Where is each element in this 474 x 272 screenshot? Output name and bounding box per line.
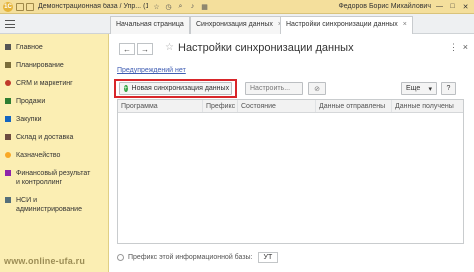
more-label: Еще (406, 85, 421, 92)
sidebar-item-admin[interactable]: НСИ и администрирование (0, 196, 108, 218)
sidebar-item-treasury[interactable]: Казначейство (0, 151, 108, 169)
more-button[interactable]: Еще ▾ (401, 82, 437, 95)
crm-icon (5, 80, 11, 86)
calc-icon[interactable]: ▦ (200, 2, 209, 11)
minimize-button[interactable]: — (435, 3, 444, 11)
tab-label: Начальная страница (116, 21, 184, 28)
back-button[interactable]: ← (119, 43, 135, 55)
treasury-icon (5, 152, 11, 158)
maximize-button[interactable]: □ (448, 3, 457, 11)
finance-icon (5, 170, 11, 176)
info-icon (117, 254, 124, 261)
tab-home[interactable]: Начальная страница (110, 16, 190, 34)
configure-button[interactable]: Настроить... (245, 82, 303, 95)
new-sync-button[interactable]: + Новая синхронизация данных (119, 82, 232, 95)
sales-icon (5, 98, 11, 104)
sidebar: Главное Планирование CRM и маркетинг Про… (0, 34, 109, 272)
more-icon[interactable]: ⋮ (449, 42, 458, 53)
sync-table[interactable]: Программа Префикс Состояние Данные отпра… (117, 99, 464, 244)
planning-icon (5, 62, 11, 68)
sidebar-item-sales[interactable]: Продажи (0, 97, 108, 115)
sidebar-item-warehouse[interactable]: Склад и доставка (0, 133, 108, 151)
menu-icon (5, 44, 11, 50)
purchases-icon (5, 116, 11, 122)
hamburger-icon[interactable] (4, 18, 16, 30)
tabs-bar: Начальная страница Синхронизация данных … (0, 14, 474, 34)
sidebar-item-finance[interactable]: Финансовый результат и контроллинг (0, 169, 108, 196)
sidebar-item-purchases[interactable]: Закупки (0, 115, 108, 133)
window-title: Демонстрационная база / Упр... (1С:Предп… (38, 3, 148, 10)
help-button[interactable]: ? (441, 82, 456, 95)
page-title: Настройки синхронизации данных (178, 42, 354, 54)
tab-label: Настройки синхронизации данных (286, 21, 398, 28)
close-window-button[interactable]: ✕ (461, 3, 470, 11)
watermark: www.online-ufa.ru (4, 256, 86, 266)
user-name[interactable]: Федоров Борис Михайлович (338, 3, 431, 10)
favorites-icon[interactable]: ☆ (152, 2, 161, 11)
link-icon[interactable]: ⊘ (308, 82, 326, 95)
chevron-down-icon: ▾ (428, 85, 432, 93)
column-header[interactable]: Префикс (203, 100, 238, 112)
sidebar-item-main[interactable]: Главное (0, 43, 108, 61)
search-icon[interactable]: ⌕ (176, 2, 185, 11)
prefix-footer: Префикс этой информационной базы: УТ (117, 252, 279, 263)
history-icon[interactable]: ◷ (164, 2, 173, 11)
column-header[interactable]: Данные отправлены (316, 100, 392, 112)
new-sync-label: Новая синхронизация данных (131, 85, 230, 92)
forward-button[interactable]: → (137, 43, 153, 55)
close-icon[interactable]: × (463, 42, 468, 52)
table-header: Программа Префикс Состояние Данные отпра… (118, 100, 463, 113)
warnings-link[interactable]: Предупреждений нет (117, 67, 186, 74)
plus-icon: + (124, 85, 128, 92)
tab-sync-data[interactable]: Синхронизация данных × (190, 16, 288, 34)
tab-close-icon[interactable]: × (403, 21, 407, 34)
sidebar-item-planning[interactable]: Планирование (0, 61, 108, 79)
prefix-value: УТ (257, 252, 279, 263)
sidebar-item-crm[interactable]: CRM и маркетинг (0, 79, 108, 97)
main-panel: ← → ☆ Настройки синхронизации данных ⋮ ×… (110, 34, 474, 272)
column-header[interactable]: Программа (118, 100, 203, 112)
prefix-label: Префикс этой информационной базы: (128, 254, 253, 261)
main-menu-icon[interactable] (16, 2, 24, 11)
bell-icon[interactable]: ♪ (188, 2, 197, 11)
star-icon[interactable]: ☆ (165, 42, 174, 53)
title-bar: 1С Демонстрационная база / Упр... (1С:Пр… (0, 0, 474, 14)
column-header[interactable]: Данные получены (392, 100, 463, 112)
app-icon[interactable] (26, 2, 34, 11)
admin-icon (5, 197, 11, 203)
warehouse-icon (5, 134, 11, 140)
app-logo: 1С (3, 1, 13, 12)
tab-label: Синхронизация данных (196, 21, 273, 28)
tab-sync-settings[interactable]: Настройки синхронизации данных × (280, 16, 413, 34)
column-header[interactable]: Состояние (238, 100, 316, 112)
